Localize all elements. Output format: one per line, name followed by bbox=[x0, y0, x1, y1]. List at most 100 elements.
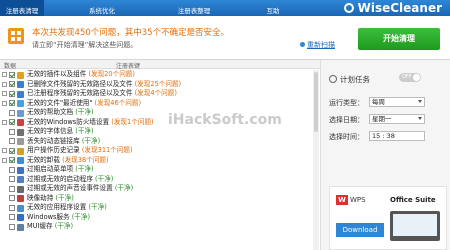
item-status: (干净) bbox=[54, 222, 74, 230]
list-item[interactable]: 无效的字体信息 (干净) bbox=[0, 127, 320, 137]
item-status: (干净) bbox=[75, 165, 94, 173]
list-item[interactable]: 无效的插件以及组件 (发现20个问题) bbox=[0, 70, 320, 80]
column-header-registry-key[interactable]: 注册表键 bbox=[116, 61, 140, 70]
item-status: (发现1个问题) bbox=[111, 117, 154, 126]
download-button[interactable]: Download bbox=[336, 223, 384, 237]
tab-system-optimize[interactable]: 系统优化 bbox=[78, 0, 126, 16]
time-label: 选择时间： bbox=[329, 133, 364, 141]
tab-help[interactable]: 互助 bbox=[258, 0, 288, 16]
expand-icon[interactable] bbox=[2, 81, 7, 87]
start-clean-button[interactable]: 开始清理 bbox=[358, 28, 440, 50]
time-field[interactable]: 15 : 38 bbox=[369, 131, 425, 141]
column-header-data[interactable]: 数据 bbox=[4, 61, 16, 70]
item-checkbox[interactable] bbox=[9, 166, 15, 173]
item-label: 用户操作历史记录 (发现311个问题) bbox=[27, 146, 133, 156]
item-name: 无效的字体信息 bbox=[27, 127, 74, 135]
category-icon bbox=[17, 185, 24, 193]
list-item[interactable]: 无效的文件"最近使用" (发现46个问题) bbox=[0, 99, 320, 109]
item-checkbox[interactable] bbox=[9, 100, 15, 106]
expand-icon[interactable] bbox=[2, 72, 7, 77]
list-item[interactable]: 映像劫持 (干净) bbox=[0, 194, 320, 204]
scrollbar-thumb[interactable] bbox=[314, 72, 318, 132]
wisecleaner-logo-icon bbox=[344, 3, 354, 13]
expand-icon[interactable] bbox=[2, 100, 7, 106]
item-name: 丢失的动态链接库 bbox=[27, 136, 80, 145]
item-checkbox[interactable] bbox=[9, 185, 15, 192]
item-checkbox[interactable] bbox=[9, 128, 15, 135]
item-checkbox[interactable] bbox=[9, 147, 15, 154]
optimize-icon bbox=[78, 0, 126, 7]
run-type-value: 每周 bbox=[372, 98, 385, 106]
category-icon bbox=[17, 109, 24, 117]
watermark: iHackSoft.com bbox=[168, 112, 282, 128]
chevron-down-icon bbox=[418, 117, 422, 120]
list-item[interactable]: Windows服务 (干净) bbox=[0, 213, 320, 223]
item-checkbox[interactable] bbox=[9, 157, 15, 163]
list-item[interactable]: 已注册程序残留的无效路径以及文件 (发现4个问题) bbox=[0, 89, 320, 99]
date-label: 选择日期： bbox=[329, 116, 364, 124]
item-status: (发现25个问题) bbox=[134, 79, 182, 88]
list-item[interactable]: 过期或无效的声音设事件设置 (干净) bbox=[0, 184, 320, 194]
item-label: 无效的卸载 (发现38个问题) bbox=[27, 156, 109, 166]
item-label: 过期启动菜单项 (干净) bbox=[27, 165, 94, 175]
item-checkbox[interactable] bbox=[9, 176, 15, 182]
expand-icon[interactable] bbox=[2, 119, 7, 125]
run-type-select[interactable]: 每周 bbox=[369, 97, 425, 107]
list-item[interactable]: MUI缓存 (干净) bbox=[0, 222, 320, 232]
tab-registry-defrag[interactable]: 注册表整理 bbox=[170, 0, 218, 16]
category-icon bbox=[17, 166, 24, 174]
item-checkbox[interactable] bbox=[9, 214, 15, 220]
laptop-image bbox=[390, 211, 440, 241]
list-item[interactable]: 过期启动菜单项 (干净) bbox=[0, 165, 320, 175]
category-icon bbox=[17, 128, 24, 136]
item-checkbox[interactable] bbox=[9, 138, 15, 144]
list-item[interactable]: 过期或无效的启动程序 (干净) bbox=[0, 175, 320, 185]
list-item[interactable]: 无效的卸载 (发现38个问题) bbox=[0, 156, 320, 166]
item-label: 丢失的动态链接库 (干净) bbox=[27, 137, 100, 147]
list-scrollbar[interactable] bbox=[313, 70, 319, 250]
issue-list: 无效的插件以及组件 (发现20个问题) 已删除文件残留的无效路径以及文件 (发现2… bbox=[0, 70, 320, 250]
list-item[interactable]: 用户操作历史记录 (发现311个问题) bbox=[0, 146, 320, 156]
list-item[interactable]: 无效的应用程序设置 (干净) bbox=[0, 203, 320, 213]
item-status: (发现4个问题) bbox=[134, 89, 177, 97]
list-item[interactable]: 丢失的动态链接库 (干净) bbox=[0, 137, 320, 147]
item-label: 无效的应用程序设置 (干净) bbox=[27, 203, 107, 213]
expand-icon[interactable] bbox=[2, 157, 7, 163]
item-status: (发现38个问题) bbox=[62, 155, 109, 164]
item-checkbox[interactable] bbox=[9, 71, 15, 78]
help-icon bbox=[258, 0, 288, 7]
item-name: 无效的Windows防火墙设置 bbox=[27, 117, 110, 126]
tab-label: 互助 bbox=[266, 7, 280, 15]
item-status: (干净) bbox=[95, 174, 114, 183]
item-label: 无效的字体信息 (干净) bbox=[27, 127, 94, 137]
item-checkbox[interactable] bbox=[9, 223, 15, 230]
date-select[interactable]: 星期一 bbox=[369, 114, 425, 124]
ad-brand: WPS bbox=[350, 196, 366, 204]
item-status: (干净) bbox=[88, 203, 107, 211]
warning-icon bbox=[8, 28, 24, 44]
item-label: 无效的插件以及组件 (发现20个问题) bbox=[27, 70, 135, 80]
tab-registry-cleaner[interactable]: 注册表清理 bbox=[0, 0, 44, 16]
item-name: 过期或无效的启动程序 bbox=[27, 174, 93, 183]
item-checkbox[interactable] bbox=[9, 81, 15, 87]
wps-ad[interactable]: W WPS Office Suite Download bbox=[329, 186, 447, 250]
rescan-link[interactable]: 重新扫描 bbox=[300, 40, 335, 50]
item-checkbox[interactable] bbox=[9, 195, 15, 201]
item-checkbox[interactable] bbox=[9, 109, 15, 116]
list-item[interactable]: 已删除文件残留的无效路径以及文件 (发现25个问题) bbox=[0, 80, 320, 90]
item-name: 用户操作历史记录 bbox=[27, 146, 80, 154]
registry-icon bbox=[0, 0, 44, 7]
item-checkbox[interactable] bbox=[9, 90, 15, 97]
expand-icon[interactable] bbox=[2, 148, 7, 153]
category-icon bbox=[17, 223, 24, 231]
schedule-toggle[interactable]: OFF bbox=[399, 73, 421, 82]
item-name: 无效的卸载 bbox=[27, 155, 60, 164]
category-icon bbox=[17, 138, 24, 145]
item-name: 过期启动菜单项 bbox=[27, 165, 74, 173]
expand-icon[interactable] bbox=[2, 91, 7, 96]
category-icon bbox=[17, 176, 24, 183]
item-label: 映像劫持 (干净) bbox=[27, 194, 74, 204]
chevron-down-icon bbox=[418, 100, 422, 103]
item-checkbox[interactable] bbox=[9, 204, 15, 211]
item-checkbox[interactable] bbox=[9, 119, 15, 125]
